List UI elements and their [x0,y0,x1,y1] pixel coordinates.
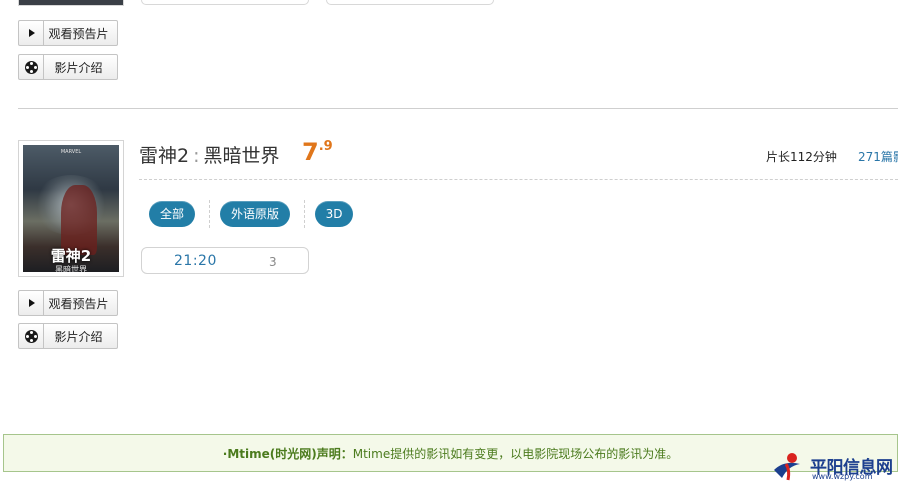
filter-all-button[interactable]: 全部 [149,201,195,227]
previous-showtime-slot[interactable] [326,0,494,5]
movie-title-link[interactable]: 雷神2: 黑暗世界 [139,141,280,168]
movie-poster[interactable]: MARVEL 雷神2 黑暗世界 [18,140,124,277]
watch-trailer-label: 观看预告片 [48,26,109,41]
notice-text: Mtime提供的影讯如有变更，以电影院现场公布的影讯为准。 [352,447,679,461]
watermark-url: www.wzpy.com [812,472,873,481]
movie-divider [18,108,898,109]
previous-showtime-slot[interactable] [141,0,309,5]
play-icon [19,21,44,45]
film-reel-icon [19,324,44,348]
movie-title-separator: : [193,145,200,167]
movie-intro-button[interactable]: 影片介绍 [18,54,118,80]
film-reel-icon [19,55,44,79]
filter-original-language-button[interactable]: 外语原版 [220,201,290,227]
rating-decimal: .9 [318,139,333,154]
poster-title-text: 雷神2 [50,247,92,265]
disclaimer-notice: ·Mtime(时光网)声明：Mtime提供的影讯如有变更，以电影院现场公布的影讯… [3,434,898,472]
poster-subtitle-text: 黑暗世界 [55,265,87,272]
movie-intro-label: 影片介绍 [54,329,103,344]
showtime-hall: 3 [269,255,277,269]
watch-trailer-button[interactable]: 观看预告片 [18,290,118,316]
previous-movie-poster[interactable] [18,0,124,6]
rating-integer: 7 [302,138,319,166]
play-icon [19,291,44,315]
site-watermark-logo: 平阳信息网 www.wzpy.com [768,446,896,486]
logo-mark-icon [774,453,800,481]
filter-separator [209,200,210,228]
notice-prefix: ·Mtime(时光网)声明： [222,447,353,461]
movie-reviews-link[interactable]: 271篇影评 [858,148,898,165]
filter-3d-button[interactable]: 3D [315,201,353,227]
movie-intro-label: 影片介绍 [54,60,103,75]
showtime-slot[interactable]: 21:20 3 [141,247,309,274]
showtime-time: 21:20 [174,253,217,269]
watch-trailer-button[interactable]: 观看预告片 [18,20,118,46]
movie-title-sub: 黑暗世界 [203,145,280,167]
title-divider [139,179,898,180]
watch-trailer-label: 观看预告片 [48,296,109,311]
movie-intro-button[interactable]: 影片介绍 [18,323,118,349]
filter-separator [304,200,305,228]
poster-image: MARVEL 雷神2 黑暗世界 [23,145,119,272]
movie-rating: 7.9 [302,138,333,166]
poster-brand-text: MARVEL [60,149,82,155]
movie-duration: 片长112分钟 [766,150,837,164]
movie-title-main: 雷神2 [139,145,190,167]
